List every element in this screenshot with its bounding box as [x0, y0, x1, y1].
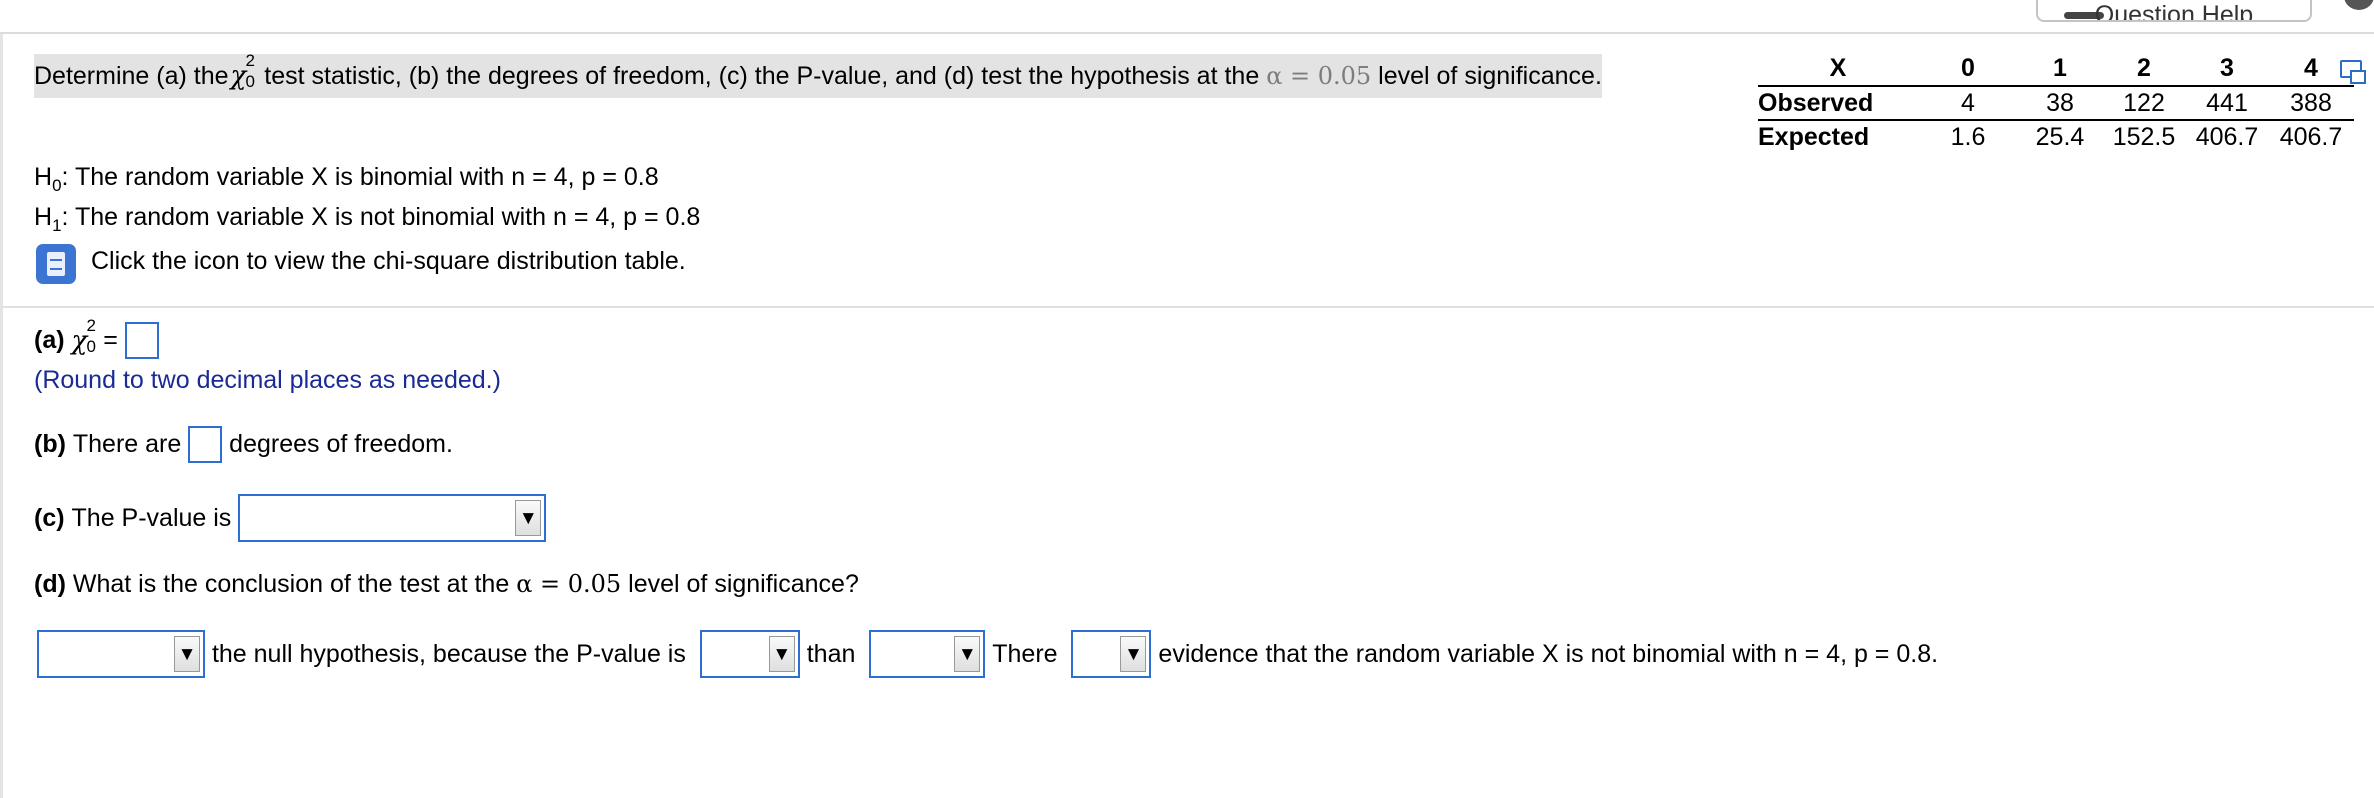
top-divider [0, 32, 2374, 34]
copy-icon[interactable] [2340, 60, 2366, 84]
p-value-select[interactable]: ▼ [238, 494, 547, 542]
chi-letter: χ [71, 325, 88, 356]
question-help-label: Question Help [2094, 1, 2254, 22]
part-d-question-after: level of significance? [628, 570, 859, 598]
comparison-select[interactable]: ▼ [699, 630, 800, 678]
part-b: (b) There are degrees of freedom. [34, 426, 453, 463]
h1-text: : The random variable X is not binomial … [61, 203, 701, 231]
expected-row: Expected 1.6 25.4 152.5 406.7 406.7 [1758, 120, 2354, 154]
observed-row: Observed 4 38 122 441 388 [1758, 86, 2354, 121]
observed-value: 388 [2268, 86, 2354, 121]
x-header: X [1758, 52, 1918, 87]
observed-value: 38 [2018, 86, 2102, 121]
part-c-text: The P-value is [71, 503, 232, 532]
decision-select[interactable]: ▼ [37, 630, 205, 678]
part-c: (c) The P-value is ▼ [34, 494, 547, 542]
x-value: 3 [2186, 52, 2268, 87]
chi-square-table-link[interactable]: Click the icon to view the chi-square di… [91, 247, 686, 276]
rounding-note: (Round to two decimal places as needed.) [34, 366, 501, 394]
part-a-label: (a) [34, 326, 65, 354]
chi-letter: χ [230, 61, 247, 91]
part-d-text4: evidence that the random variable X is n… [1158, 639, 1939, 668]
x-value: 0 [1918, 52, 2018, 87]
h0-letter: H [34, 163, 53, 191]
chevron-down-icon: ▼ [1120, 636, 1147, 672]
chevron-down-icon: ▼ [954, 636, 981, 672]
table-header-row: X 0 1 2 3 4 [1758, 52, 2354, 87]
book-icon[interactable] [36, 244, 76, 284]
significance-select[interactable]: ▼ [869, 630, 986, 678]
equals-sign: = [103, 326, 118, 354]
expected-value: 152.5 [2112, 123, 2176, 151]
section-divider [3, 306, 2374, 308]
h0-subscript: 0 [52, 176, 62, 195]
part-d-answer: ▼ the null hypothesis, because the P-val… [37, 630, 1938, 678]
part-c-label: (c) [34, 503, 65, 532]
chi-square-symbol: χ20 [71, 316, 104, 356]
question-part2: test statistic, (b) the degrees of freed… [264, 61, 1260, 90]
chi-square-symbol: χ2 0 [230, 51, 263, 91]
alternative-hypothesis: H1: The random variable X is not binomia… [34, 203, 701, 235]
part-d-question-before: What is the conclusion of the test at th… [72, 570, 510, 598]
observed-value: 122 [2102, 86, 2186, 121]
null-hypothesis: H0: The random variable X is binomial wi… [34, 163, 659, 195]
alpha-expression: α = 0.05 [1266, 62, 1372, 90]
evidence-select[interactable]: ▼ [1071, 630, 1152, 678]
part-d-label: (d) [34, 570, 66, 598]
expected-value: 25.4 [2035, 123, 2085, 151]
question-text: Determine (a) the χ2 0 test statistic, (b… [34, 51, 1602, 98]
degrees-of-freedom-input[interactable] [188, 426, 223, 463]
question-part3: level of significance. [1378, 61, 1602, 91]
x-value: 2 [2102, 52, 2186, 87]
part-d-text1: the null hypothesis, because the P-value… [211, 639, 686, 668]
x-value: 1 [2018, 52, 2102, 87]
observed-label: Observed [1758, 86, 1918, 121]
part-d-text2: than [806, 639, 856, 668]
h1-letter: H [34, 203, 53, 231]
alpha-expression: α = 0.05 [516, 570, 622, 598]
chi-subscript: 0 [86, 336, 96, 356]
chi-subscript: 0 [245, 72, 255, 91]
part-d-text3: There [992, 639, 1058, 668]
observed-value: 441 [2186, 86, 2268, 121]
left-border [0, 34, 3, 798]
expected-value: 1.6 [1950, 123, 1986, 151]
chevron-down-icon: ▼ [768, 636, 795, 672]
gear-icon[interactable] [2344, 0, 2374, 10]
part-b-after: degrees of freedom. [229, 430, 453, 458]
part-d-question: (d) What is the conclusion of the test a… [34, 570, 859, 599]
observed-value: 4 [1918, 86, 2018, 121]
chi-superscript: 2 [86, 315, 96, 335]
part-b-label: (b) [34, 430, 66, 458]
chevron-down-icon: ▼ [515, 500, 542, 536]
chevron-down-icon: ▼ [174, 636, 200, 672]
question-part1: Determine (a) the [34, 61, 229, 90]
expected-value: 406.7 [2279, 123, 2343, 151]
question-help-button[interactable]: Question Help [2036, 0, 2312, 22]
expected-value: 406.7 [2195, 123, 2259, 151]
chi-square-answer-input[interactable] [124, 322, 159, 359]
part-b-before: There are [72, 430, 182, 458]
part-a: (a) χ20 = [34, 316, 159, 359]
h0-text: : The random variable X is binomial with… [61, 163, 659, 191]
expected-label: Expected [1758, 123, 1870, 151]
h1-subscript: 1 [52, 216, 62, 235]
chi-superscript: 2 [245, 51, 255, 70]
observed-expected-table: X 0 1 2 3 4 Observed 4 38 122 441 388 Ex… [1758, 52, 2354, 154]
